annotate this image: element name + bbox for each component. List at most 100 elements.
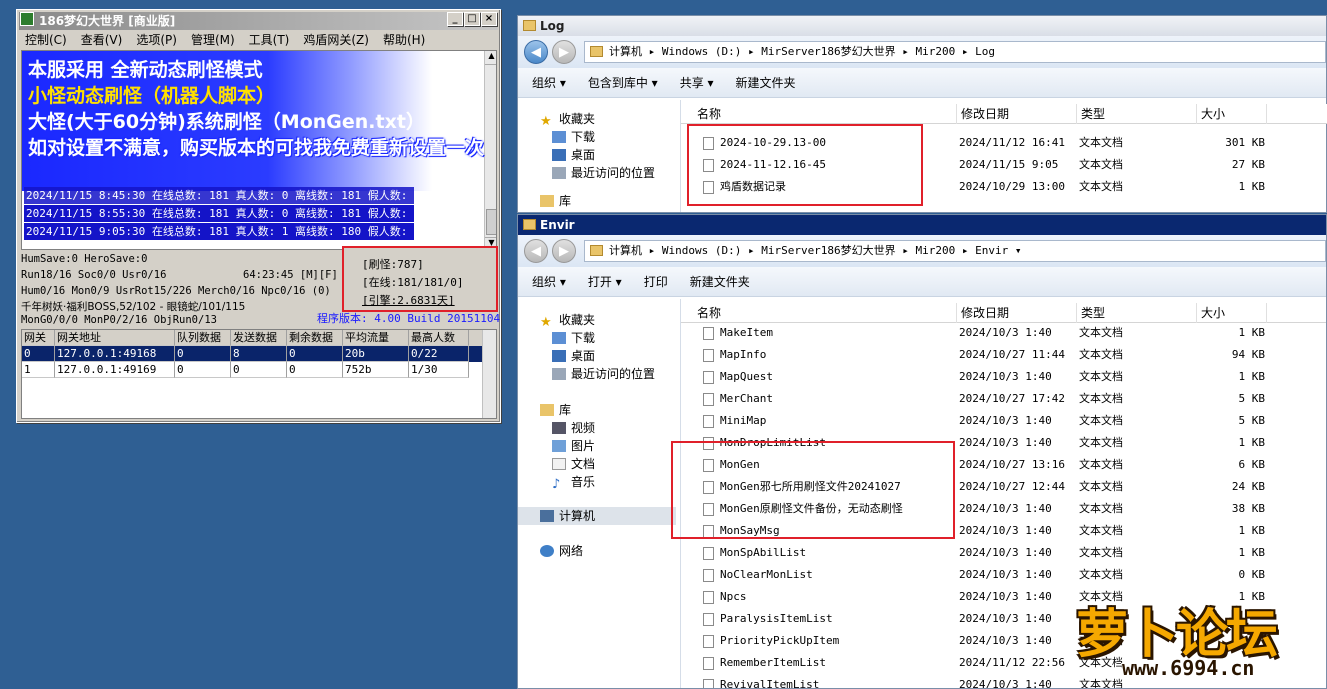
- close-button[interactable]: ×: [481, 12, 497, 26]
- log-line: 2024/11/15 8:45:30 在线总数: 181 真人数: 0 离线数:…: [24, 187, 421, 204]
- log-files-highlight: [687, 124, 923, 206]
- back-button[interactable]: ◀: [524, 40, 548, 64]
- col-date[interactable]: 修改日期: [957, 303, 1077, 323]
- nav-pane: ★ 收藏夹 下载 桌面 最近访问的位置 库 视频 图片 文档 ♪ 音乐 计算机 网络: [518, 299, 680, 688]
- forum-logo: 萝卜论坛 www.6994.cn: [1076, 586, 1316, 686]
- col-remain[interactable]: 剩余数据: [287, 330, 343, 346]
- col-type[interactable]: 类型: [1077, 303, 1197, 323]
- mongen-files-highlight: [671, 441, 955, 539]
- menu-bar: 控制(C) 查看(V) 选项(P) 管理(M) 工具(T) 鸡盾网关(Z) 帮助…: [19, 31, 498, 49]
- col-queue[interactable]: 队列数据: [175, 330, 231, 346]
- col-type[interactable]: 类型: [1077, 104, 1197, 124]
- nav-downloads[interactable]: 下载: [540, 329, 680, 347]
- col-size[interactable]: 大小: [1197, 303, 1267, 323]
- text-file-icon: [703, 678, 714, 688]
- refresh-count: [刷怪:787]: [362, 258, 424, 271]
- col-max[interactable]: 最高人数: [409, 330, 469, 346]
- menu-gateway[interactable]: 鸡盾网关(Z): [303, 31, 369, 49]
- file-list: 名称 修改日期 类型 大小 2024-10-29.13-00 2024/11/1…: [680, 100, 1327, 212]
- nav-recent[interactable]: 最近访问的位置: [540, 365, 680, 383]
- column-headers: 名称 修改日期 类型 大小: [681, 104, 1327, 124]
- recent-places-icon: [552, 368, 566, 380]
- table-row[interactable]: 0 127.0.0.1:49168 0 8 0 20b 0/22: [22, 346, 496, 362]
- col-send[interactable]: 发送数据: [231, 330, 287, 346]
- print-button[interactable]: 打印: [644, 273, 668, 290]
- table-scrollbar[interactable]: [482, 330, 496, 418]
- organize-button[interactable]: 组织 ▾: [532, 74, 566, 91]
- col-gateway[interactable]: 网关: [22, 330, 55, 346]
- nav-pictures[interactable]: 图片: [540, 437, 680, 455]
- library-icon: [540, 404, 554, 416]
- col-date[interactable]: 修改日期: [957, 104, 1077, 124]
- minimize-button[interactable]: _: [447, 12, 463, 26]
- nav-network[interactable]: 网络: [540, 542, 680, 560]
- title-bar[interactable]: Envir: [518, 215, 1326, 235]
- address-bar: ◀ ▶ 计算机 ▸ Windows (D:) ▸ MirServer186梦幻大…: [518, 36, 1326, 68]
- text-file-icon: [703, 590, 714, 604]
- nav-favorites[interactable]: ★ 收藏夹: [540, 311, 680, 330]
- share-button[interactable]: 共享 ▾: [680, 74, 714, 91]
- open-button[interactable]: 打开 ▾: [588, 273, 622, 290]
- forward-button[interactable]: ▶: [552, 239, 576, 263]
- menu-control[interactable]: 控制(C): [25, 31, 67, 49]
- nav-downloads[interactable]: 下载: [540, 128, 680, 146]
- app-icon: [20, 12, 34, 26]
- nav-documents[interactable]: 文档: [540, 455, 680, 473]
- log-scrollbar[interactable]: ▲ ▼: [484, 51, 496, 249]
- menu-manage[interactable]: 管理(M): [191, 31, 235, 49]
- nav-computer[interactable]: 计算机: [518, 507, 676, 525]
- status-uptime: 64:23:45 [M][F]: [243, 269, 338, 281]
- status-mon: MonG0/0/0 MonP0/2/16 ObjRun0/13: [21, 314, 217, 326]
- new-folder-button[interactable]: 新建文件夹: [690, 273, 750, 290]
- window-title: Log: [540, 19, 565, 33]
- title-bar[interactable]: 186梦幻大世界 [商业版]: [19, 12, 498, 30]
- maximize-button[interactable]: □: [464, 12, 480, 26]
- col-name[interactable]: 名称: [693, 303, 957, 323]
- text-file-icon: [703, 326, 714, 340]
- forward-button[interactable]: ▶: [552, 40, 576, 64]
- toolbar: 组织 ▾ 包含到库中 ▾ 共享 ▾ 新建文件夹: [518, 68, 1326, 98]
- picture-icon: [552, 440, 566, 452]
- nav-recent[interactable]: 最近访问的位置: [540, 164, 680, 182]
- text-file-icon: [703, 348, 714, 362]
- nav-videos[interactable]: 视频: [540, 419, 680, 437]
- recent-places-icon: [552, 167, 566, 179]
- desktop-icon: [552, 350, 566, 362]
- col-size[interactable]: 大小: [1197, 104, 1267, 124]
- title-bar[interactable]: Log: [518, 16, 1326, 36]
- nav-desktop[interactable]: 桌面: [540, 347, 680, 365]
- col-traffic[interactable]: 平均流量: [343, 330, 409, 346]
- folder-icon: [590, 245, 603, 256]
- file-row[interactable]: MerChant 2024/10/27 17:42 文本文档 5 KB: [681, 388, 1326, 410]
- nav-favorites[interactable]: ★ 收藏夹: [540, 110, 680, 129]
- menu-view[interactable]: 查看(V): [81, 31, 123, 49]
- nav-library[interactable]: 库: [540, 401, 680, 419]
- file-row[interactable]: MonSpAbilList 2024/10/3 1:40 文本文档 1 KB: [681, 542, 1326, 564]
- nav-desktop[interactable]: 桌面: [540, 146, 680, 164]
- text-file-icon: [703, 634, 714, 648]
- file-row[interactable]: NoClearMonList 2024/10/3 1:40 文本文档 0 KB: [681, 564, 1326, 586]
- new-folder-button[interactable]: 新建文件夹: [736, 74, 796, 91]
- nav-music[interactable]: ♪ 音乐: [540, 473, 680, 492]
- file-row[interactable]: MapInfo 2024/10/27 11:44 文本文档 94 KB: [681, 344, 1326, 366]
- table-row[interactable]: 1 127.0.0.1:49169 0 0 0 752b 1/30: [22, 362, 496, 378]
- address-input[interactable]: 计算机 ▸ Windows (D:) ▸ MirServer186梦幻大世界 ▸…: [584, 41, 1326, 63]
- menu-help[interactable]: 帮助(H): [383, 31, 425, 49]
- overlay-line-3: 大怪(大于60分钟)系统刷怪（MonGen.txt）: [28, 111, 425, 133]
- download-folder-icon: [552, 332, 566, 344]
- nav-library[interactable]: 库: [540, 192, 680, 210]
- col-name[interactable]: 名称: [693, 104, 957, 124]
- file-row[interactable]: MiniMap 2024/10/3 1:40 文本文档 5 KB: [681, 410, 1326, 432]
- menu-tools[interactable]: 工具(T): [249, 31, 290, 49]
- text-file-icon: [703, 414, 714, 428]
- organize-button[interactable]: 组织 ▾: [532, 273, 566, 290]
- gateway-table[interactable]: 网关 网关地址 队列数据 发送数据 剩余数据 平均流量 最高人数 0 127.0…: [21, 329, 497, 419]
- col-address[interactable]: 网关地址: [55, 330, 175, 346]
- include-library-button[interactable]: 包含到库中 ▾: [588, 74, 658, 91]
- file-row[interactable]: MakeItem 2024/10/3 1:40 文本文档 1 KB: [681, 322, 1326, 344]
- back-button[interactable]: ◀: [524, 239, 548, 263]
- menu-options[interactable]: 选项(P): [136, 31, 177, 49]
- file-row[interactable]: MapQuest 2024/10/3 1:40 文本文档 1 KB: [681, 366, 1326, 388]
- log-panel[interactable]: 本服采用 全新动态刷怪模式 小怪动态刷怪（机器人脚本） 大怪(大于60分钟)系统…: [21, 50, 497, 250]
- address-input[interactable]: 计算机 ▸ Windows (D:) ▸ MirServer186梦幻大世界 ▸…: [584, 240, 1326, 262]
